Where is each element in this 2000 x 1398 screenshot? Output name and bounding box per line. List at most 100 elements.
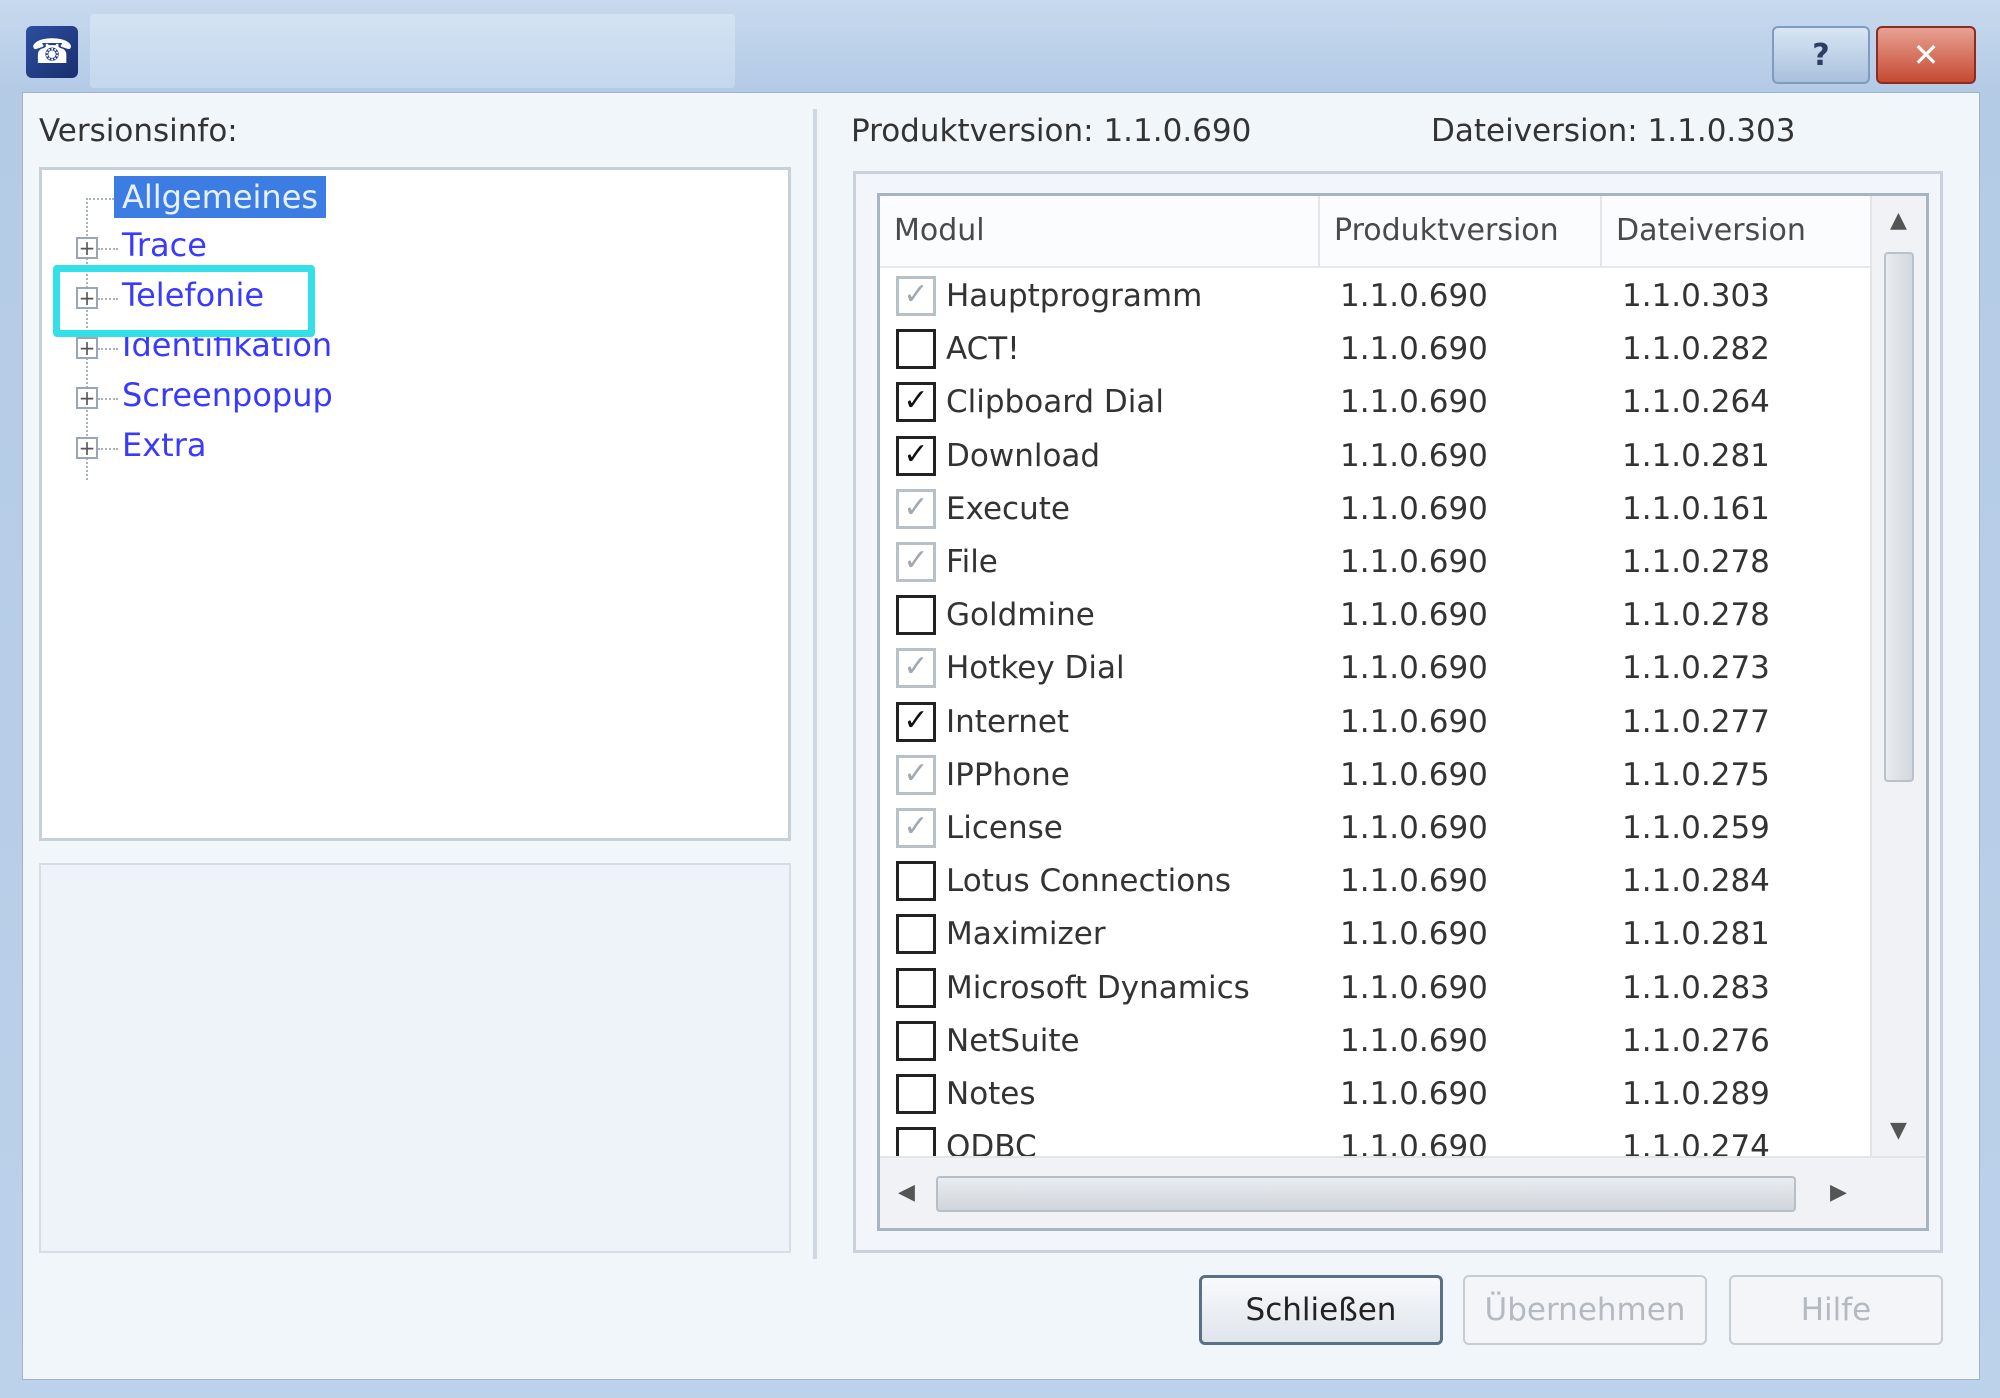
expand-plus-icon[interactable]: + [76, 337, 98, 359]
file-version-cell: 1.1.0.303 [1622, 278, 1770, 314]
module-checkbox[interactable] [896, 861, 936, 902]
apply-button[interactable]: Übernehmen [1463, 1275, 1707, 1345]
vertical-scroll-thumb[interactable] [1884, 252, 1914, 782]
horizontal-scrollbar[interactable]: ◀ ▶ [880, 1156, 1926, 1228]
tree-connector [98, 398, 118, 400]
file-version-cell: 1.1.0.284 [1622, 863, 1770, 900]
tree-connector [98, 248, 118, 250]
module-checkbox[interactable]: ✓ [896, 754, 936, 795]
table-row[interactable]: ✓ Internet 1.1.0.690 1.1.0.277 [880, 696, 1870, 749]
module-checkbox[interactable]: ✓ [896, 382, 936, 423]
file-version-cell: 1.1.0.281 [1622, 916, 1770, 953]
module-name-cell: File [946, 544, 998, 580]
table-row[interactable]: ✓ Clipboard Dial 1.1.0.690 1.1.0.264 [880, 376, 1870, 429]
tree-connector [98, 448, 118, 450]
table-row[interactable]: ACT! 1.1.0.690 1.1.0.282 [880, 323, 1870, 376]
tree-item-trace[interactable]: Trace [122, 226, 207, 264]
module-name-cell: License [946, 810, 1063, 846]
module-checkbox[interactable] [896, 914, 936, 955]
product-version-label: Produktversion: 1.1.0.690 [851, 113, 1252, 149]
version-info-dialog: ☎ ? ✕ Versionsinfo: Allgemeines + Trace … [0, 0, 2000, 1398]
module-checkbox[interactable] [896, 329, 936, 370]
module-list[interactable]: Modul Produktversion Dateiversion ✓ Haupt… [877, 193, 1929, 1231]
horizontal-scroll-thumb[interactable] [936, 1176, 1796, 1212]
help-title-button[interactable]: ? [1772, 26, 1870, 84]
product-version-cell: 1.1.0.690 [1340, 650, 1488, 687]
scroll-up-arrow-icon[interactable]: ▲ [1890, 208, 1907, 233]
dialog-content: Versionsinfo: Allgemeines + Trace + Tele… [22, 92, 1980, 1380]
module-checkbox[interactable]: ✓ [896, 488, 936, 529]
title-area [90, 14, 735, 88]
module-name-cell: NetSuite [946, 1022, 1080, 1059]
module-checkbox[interactable] [896, 1074, 936, 1114]
product-version-cell: 1.1.0.690 [1340, 437, 1488, 474]
module-checkbox[interactable]: ✓ [896, 435, 936, 476]
table-row[interactable]: ✓ Download 1.1.0.690 1.1.0.281 [880, 430, 1870, 483]
column-header-dateiversion[interactable]: Dateiversion [1602, 196, 1870, 266]
tree-item-allgemeines[interactable]: Allgemeines [114, 176, 327, 218]
module-checkbox[interactable] [896, 1020, 936, 1061]
close-button[interactable]: Schließen [1199, 1275, 1443, 1345]
table-row[interactable]: ✓ File 1.1.0.690 1.1.0.278 [880, 536, 1870, 589]
module-checkbox[interactable]: ✓ [896, 542, 936, 582]
file-version-cell: 1.1.0.277 [1622, 703, 1770, 740]
table-row[interactable]: NetSuite 1.1.0.690 1.1.0.276 [880, 1015, 1870, 1068]
file-version-cell: 1.1.0.281 [1622, 437, 1770, 474]
product-version-cell: 1.1.0.690 [1340, 331, 1488, 368]
file-version-cell: 1.1.0.161 [1622, 490, 1770, 527]
product-version-cell: 1.1.0.690 [1340, 597, 1488, 634]
product-version-cell: 1.1.0.690 [1340, 703, 1488, 740]
vertical-scrollbar[interactable]: ▲ ▼ [1870, 196, 1926, 1156]
expand-plus-icon[interactable]: + [76, 237, 98, 259]
tree-item-screenpopup[interactable]: Screenpopup [122, 376, 333, 414]
tree-item-extra[interactable]: Extra [122, 426, 206, 464]
module-name-cell: IPPhone [946, 756, 1070, 793]
file-version-cell: 1.1.0.283 [1622, 969, 1770, 1006]
table-row[interactable]: Maximizer 1.1.0.690 1.1.0.281 [880, 908, 1870, 961]
file-version-label: Dateiversion: 1.1.0.303 [1431, 113, 1796, 149]
panel-splitter[interactable] [813, 109, 817, 1259]
table-row[interactable]: Goldmine 1.1.0.690 1.1.0.278 [880, 589, 1870, 642]
module-checkbox[interactable]: ✓ [896, 701, 936, 742]
scroll-left-arrow-icon[interactable]: ◀ [898, 1180, 915, 1205]
file-version-cell: 1.1.0.289 [1622, 1076, 1770, 1112]
title-bar[interactable]: ☎ ? ✕ [0, 0, 2000, 100]
table-row[interactable]: Lotus Connections 1.1.0.690 1.1.0.284 [880, 855, 1870, 908]
module-name-cell: Lotus Connections [946, 863, 1232, 900]
table-row[interactable]: ✓ Hotkey Dial 1.1.0.690 1.1.0.273 [880, 642, 1870, 695]
table-row[interactable]: ✓ Hauptprogramm 1.1.0.690 1.1.0.303 [880, 270, 1870, 323]
product-version-cell: 1.1.0.690 [1340, 278, 1488, 314]
module-name-cell: Hotkey Dial [946, 650, 1125, 687]
table-row[interactable]: Notes 1.1.0.690 1.1.0.289 [880, 1068, 1870, 1121]
file-version-cell: 1.1.0.275 [1622, 756, 1770, 793]
scroll-down-arrow-icon[interactable]: ▼ [1890, 1118, 1907, 1143]
module-checkbox[interactable]: ✓ [896, 276, 936, 316]
column-header-modul[interactable]: Modul [880, 196, 1320, 266]
module-checkbox[interactable] [896, 595, 936, 636]
close-title-button[interactable]: ✕ [1876, 26, 1976, 84]
module-name-cell: ACT! [946, 331, 1020, 368]
product-version-cell: 1.1.0.690 [1340, 384, 1488, 421]
expand-plus-icon[interactable]: + [76, 387, 98, 409]
module-checkbox[interactable] [896, 967, 936, 1008]
file-version-cell: 1.1.0.259 [1622, 810, 1770, 846]
module-checkbox[interactable]: ✓ [896, 808, 936, 848]
module-name-cell: Microsoft Dynamics [946, 969, 1250, 1006]
table-row[interactable]: ✓ License 1.1.0.690 1.1.0.259 [880, 802, 1870, 855]
module-name-cell: Download [946, 437, 1101, 474]
file-version-cell: 1.1.0.264 [1622, 384, 1770, 421]
module-checkbox[interactable]: ✓ [896, 648, 936, 689]
module-name-cell: Hauptprogramm [946, 278, 1203, 314]
scroll-right-arrow-icon[interactable]: ▶ [1830, 1180, 1847, 1205]
help-button[interactable]: Hilfe [1729, 1275, 1943, 1345]
table-row[interactable]: Microsoft Dynamics 1.1.0.690 1.1.0.283 [880, 962, 1870, 1015]
module-name-cell: Execute [946, 490, 1070, 527]
expand-plus-icon[interactable]: + [76, 437, 98, 459]
table-row[interactable]: ✓ Execute 1.1.0.690 1.1.0.161 [880, 483, 1870, 536]
file-version-cell: 1.1.0.278 [1622, 544, 1770, 580]
module-name-cell: Maximizer [946, 916, 1106, 953]
column-header-produktversion[interactable]: Produktversion [1320, 196, 1602, 266]
versionsinfo-label: Versionsinfo: [39, 113, 238, 149]
table-row[interactable]: ✓ IPPhone 1.1.0.690 1.1.0.275 [880, 749, 1870, 802]
module-name-cell: Goldmine [946, 597, 1095, 634]
